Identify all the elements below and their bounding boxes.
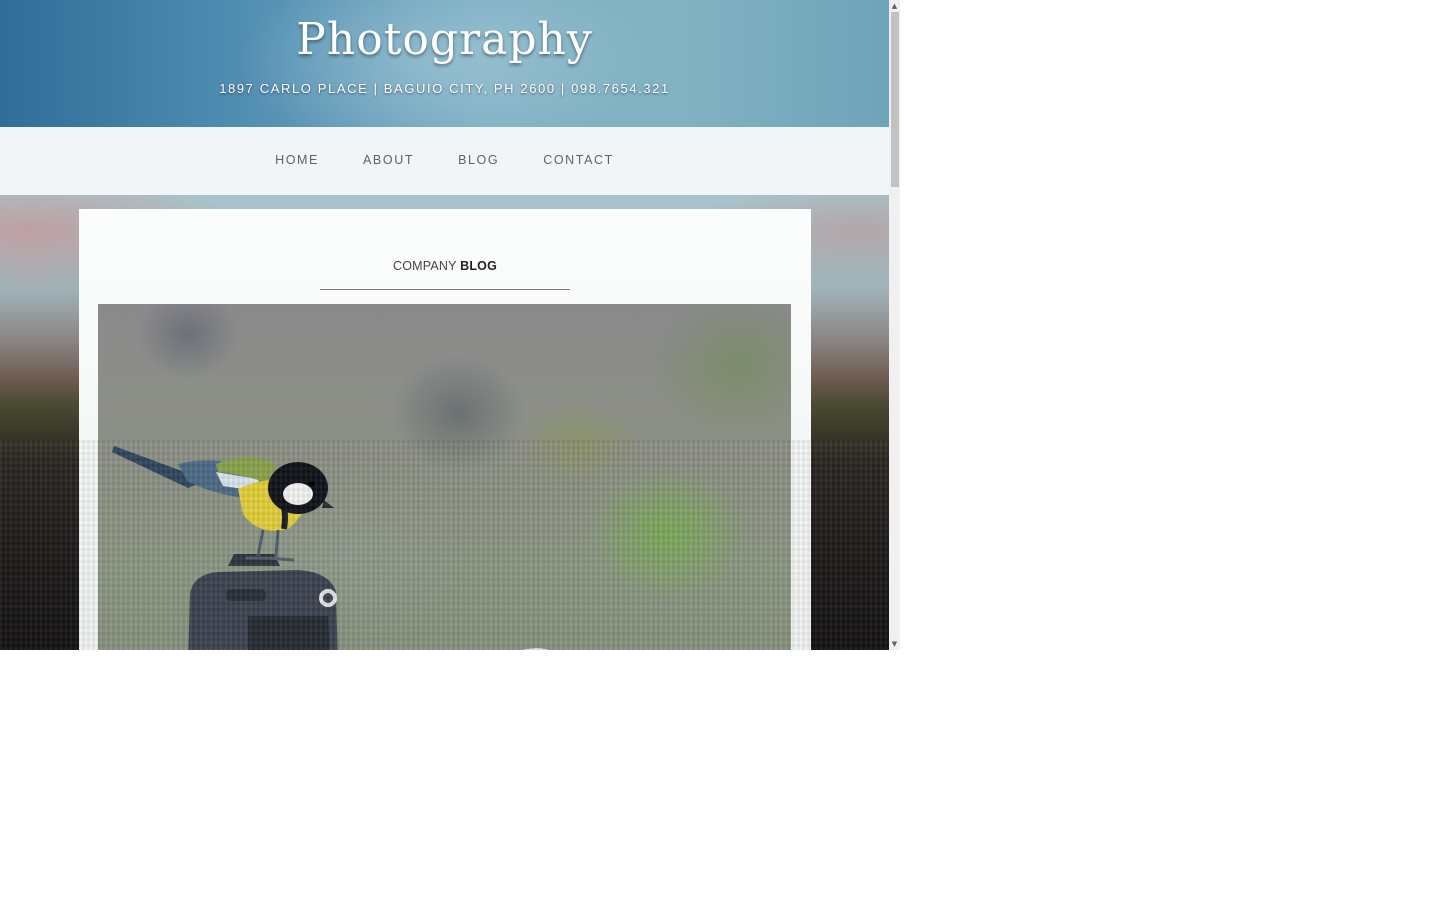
site-address: 1897 CARLO PLACE | BAGUIO CITY, PH 2600 … [219,81,670,96]
scroll-up-arrow-icon[interactable]: ▲ [889,0,900,12]
page-background: Photography 1897 CARLO PLACE | BAGUIO CI… [0,0,889,650]
heading-divider [320,289,570,290]
nav-item-home[interactable]: HOME [275,153,319,167]
browser-viewport: Photography 1897 CARLO PLACE | BAGUIO CI… [0,0,900,650]
nav-item-contact[interactable]: CONTACT [543,153,614,167]
scroll-down-arrow-icon[interactable]: ▼ [889,638,900,650]
nav-item-about[interactable]: ABOUT [363,153,414,167]
blog-heading-light: COMPANY [392,259,457,273]
blog-post-image[interactable] [98,304,791,650]
site-header: Photography 1897 CARLO PLACE | BAGUIO CI… [0,0,889,127]
bird-on-camera-illustration [112,446,549,650]
blog-content-card: COMPANY BLOG [79,209,811,650]
blog-heading-bold: BLOG [460,259,498,273]
nav-list: HOME ABOUT BLOG CONTACT [0,153,889,167]
blog-heading: COMPANY BLOG [79,259,811,273]
site-title: Photography [296,14,593,65]
nav-item-blog[interactable]: BLOG [458,153,499,167]
main-navigation: HOME ABOUT BLOG CONTACT [0,127,889,195]
camera-icon [188,554,549,650]
scrollbar-thumb[interactable] [891,12,899,187]
bird-icon [112,446,334,562]
vertical-scrollbar[interactable]: ▲ ▼ [889,0,900,650]
